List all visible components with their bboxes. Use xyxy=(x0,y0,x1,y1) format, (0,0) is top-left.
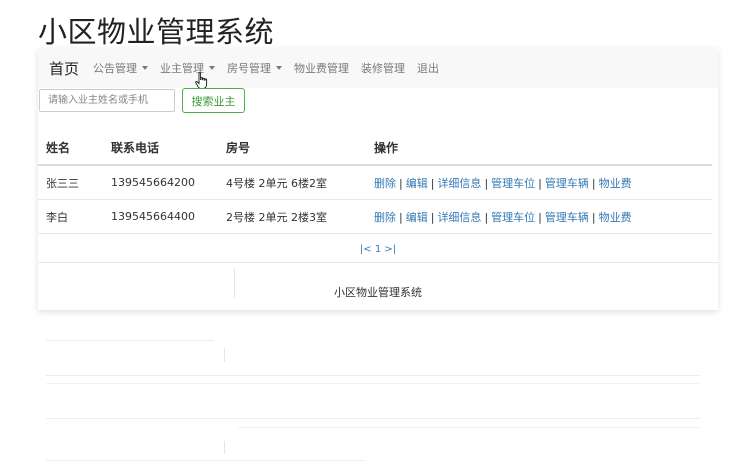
column-header-actions: 操作 xyxy=(366,130,712,166)
nav-item-label: 物业费管理 xyxy=(294,62,350,75)
separator: | xyxy=(484,176,489,190)
separator: | xyxy=(430,210,435,224)
nav-item-rooms[interactable]: 房号管理 xyxy=(227,60,283,76)
separator: | xyxy=(484,210,489,224)
search-bar: 搜索业主 xyxy=(38,88,718,118)
owner-name: 张三三 xyxy=(38,165,103,200)
row-actions: 删除 | 编辑 | 详细信息 | 管理车位 | 管理车辆 | 物业费 xyxy=(366,165,712,200)
nav-item-label: 房号管理 xyxy=(227,62,272,75)
app-title: 小区物业管理系统 xyxy=(38,15,275,49)
caret-down-icon xyxy=(142,66,149,70)
separator: | xyxy=(591,210,596,224)
ghost-line xyxy=(46,375,700,376)
column-header-name: 姓名 xyxy=(38,130,103,166)
nav-item-property-fees[interactable]: 物业费管理 xyxy=(294,60,349,76)
ghost-line xyxy=(224,348,225,362)
delete-link[interactable]: 删除 xyxy=(374,177,396,190)
property-fee-link[interactable]: 物业费 xyxy=(599,211,632,224)
owner-room: 2号楼 2单元 2楼3室 xyxy=(218,199,366,234)
navbar: 首页 公告管理 业主管理 房号管理 物业费管理 装修管理 退出 xyxy=(38,48,718,88)
column-header-phone: 联系电话 xyxy=(103,130,218,166)
ghost-line xyxy=(46,460,364,461)
edit-link[interactable]: 编辑 xyxy=(406,177,428,190)
property-fee-link[interactable]: 物业费 xyxy=(599,177,632,190)
separator: | xyxy=(538,210,542,224)
separator: | xyxy=(430,176,435,190)
manage-vehicles-link[interactable]: 管理车辆 xyxy=(545,177,589,190)
nav-home-link[interactable]: 首页 xyxy=(49,58,79,79)
owner-phone: 139545664400 xyxy=(103,199,218,234)
owner-name: 李白 xyxy=(38,199,103,234)
owner-phone: 139545664200 xyxy=(103,165,218,200)
nav-item-label: 退出 xyxy=(417,62,440,75)
separator: | xyxy=(399,176,403,190)
nav-item-label: 装修管理 xyxy=(361,62,406,75)
pagination[interactable]: |< 1 >| xyxy=(38,244,718,255)
nav-item-renovation[interactable]: 装修管理 xyxy=(361,60,405,76)
ghost-line xyxy=(46,418,700,419)
manage-parking-link[interactable]: 管理车位 xyxy=(491,177,535,190)
caret-down-icon xyxy=(276,66,283,70)
footer-divider xyxy=(38,262,718,263)
owners-table: 姓名 联系电话 房号 操作 张三三 139545664200 4号楼 2单元 6… xyxy=(38,130,712,234)
footer-text: 小区物业管理系统 xyxy=(334,286,422,299)
main-card: 首页 公告管理 业主管理 房号管理 物业费管理 装修管理 退出 搜索业主 xyxy=(38,48,718,310)
edit-link[interactable]: 编辑 xyxy=(406,211,428,224)
search-owner-button[interactable]: 搜索业主 xyxy=(182,88,245,113)
ghost-line xyxy=(224,441,225,454)
separator: | xyxy=(538,176,542,190)
search-input[interactable] xyxy=(39,89,175,112)
table-row: 李白 139545664400 2号楼 2单元 2楼3室 删除 | 编辑 | 详细信息 |… xyxy=(38,199,712,234)
owner-room: 4号楼 2单元 6楼2室 xyxy=(218,165,366,200)
nav-item-announcements[interactable]: 公告管理 xyxy=(93,60,149,76)
ghost-line xyxy=(46,383,700,384)
table-row: 张三三 139545664200 4号楼 2单元 6楼2室 删除 | 编辑 | 详细信息… xyxy=(38,165,712,200)
manage-vehicles-link[interactable]: 管理车辆 xyxy=(545,211,589,224)
ghost-line xyxy=(238,427,700,428)
manage-parking-link[interactable]: 管理车位 xyxy=(491,211,535,224)
nav-item-label: 公告管理 xyxy=(93,62,138,75)
delete-link[interactable]: 删除 xyxy=(374,211,396,224)
details-link[interactable]: 详细信息 xyxy=(437,211,481,224)
column-header-room: 房号 xyxy=(218,130,366,166)
table-header-row: 姓名 联系电话 房号 操作 xyxy=(38,130,712,166)
details-link[interactable]: 详细信息 xyxy=(437,177,481,190)
ghost-line xyxy=(46,340,214,341)
row-actions: 删除 | 编辑 | 详细信息 | 管理车位 | 管理车辆 | 物业费 xyxy=(366,199,712,234)
caret-down-icon xyxy=(209,66,216,70)
separator: | xyxy=(399,210,403,224)
separator: | xyxy=(591,176,596,190)
nav-item-logout[interactable]: 退出 xyxy=(417,60,439,76)
